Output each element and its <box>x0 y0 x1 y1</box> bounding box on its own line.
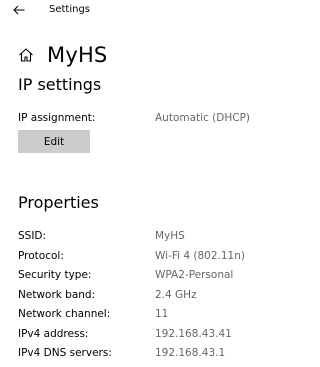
ip-assignment-value: Automatic (DHCP) <box>155 112 251 124</box>
back-button[interactable] <box>9 2 29 18</box>
network-channel-value: 11 <box>155 308 169 320</box>
security-type-value: WPA2-Personal <box>155 269 234 281</box>
network-band-value: 2.4 GHz <box>155 289 197 301</box>
home-icon <box>18 46 36 64</box>
properties-heading: Properties <box>18 193 99 212</box>
network-band-label: Network band: <box>18 289 96 301</box>
ipv4-dns-value: 192.168.43.1 <box>155 347 226 359</box>
page-header: MyHS <box>18 42 107 68</box>
security-type-label: Security type: <box>18 269 92 281</box>
ip-assignment-label: IP assignment: <box>18 112 96 124</box>
back-arrow-icon <box>13 5 25 15</box>
ip-settings-heading: IP settings <box>18 75 102 94</box>
page-title: MyHS <box>47 43 108 67</box>
edit-button[interactable]: Edit <box>18 130 90 153</box>
ipv4-address-value: 192.168.43.41 <box>155 328 232 340</box>
title-bar: Settings <box>0 0 302 22</box>
ssid-label: SSID: <box>18 230 47 242</box>
ipv4-dns-label: IPv4 DNS servers: <box>18 347 112 359</box>
network-channel-label: Network channel: <box>18 308 111 320</box>
ipv4-address-label: IPv4 address: <box>18 328 89 340</box>
protocol-value: Wi-Fi 4 (802.11n) <box>155 250 245 262</box>
ssid-value: MyHS <box>155 230 185 242</box>
protocol-label: Protocol: <box>18 250 64 262</box>
app-title: Settings <box>49 4 91 15</box>
